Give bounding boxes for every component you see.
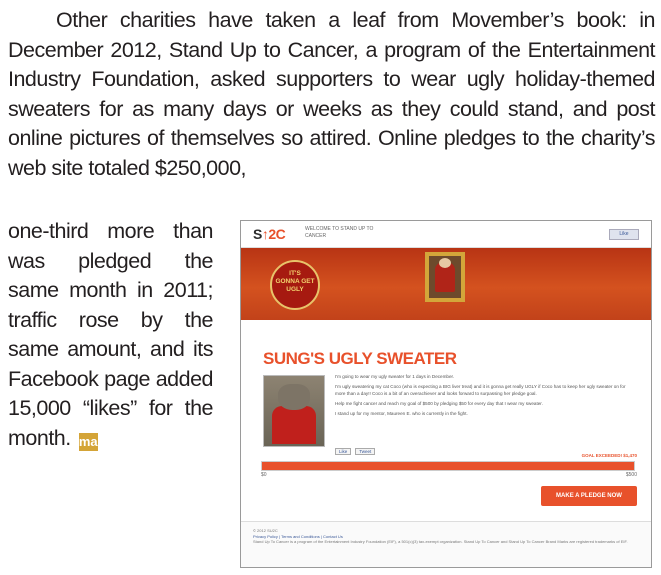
share-tweet-button[interactable]: Tweet xyxy=(355,448,376,455)
share-like-button[interactable]: Like xyxy=(335,448,352,455)
portrait-face xyxy=(439,258,451,268)
cat-sweater xyxy=(272,406,316,444)
body-line-2: I'm ugly sweatering my cat Coco (who is … xyxy=(335,384,626,396)
body-line-4: I stand up for my mentor, Maureen E. who… xyxy=(335,410,468,416)
welcome-text: WELCOME TO STAND UP TO CANCER xyxy=(305,226,374,239)
body-line-3: Help me fight cancer and reach my goal o… xyxy=(335,400,543,406)
cat-head xyxy=(278,384,310,410)
screenshot-header: S↑2C WELCOME TO STAND UP TO CANCER Like xyxy=(241,221,651,248)
paragraph-2: one-third more than was pledged the same… xyxy=(8,217,214,453)
campaign-title: SUNG'S UGLY SWEATER xyxy=(263,349,457,368)
share-buttons: Like Tweet xyxy=(335,448,379,455)
body-line-1: I'm going to wear my ugly sweater for 1 … xyxy=(335,374,455,379)
progress-min: $0 xyxy=(261,472,267,478)
ugly-badge: IT'S GONNA GET UGLY xyxy=(270,260,320,310)
webpage-screenshot: S↑2C WELCOME TO STAND UP TO CANCER Like … xyxy=(240,220,652,568)
su2c-logo: S↑2C xyxy=(253,226,286,242)
progress-bar xyxy=(261,461,635,471)
sweater-banner: IT'S GONNA GET UGLY xyxy=(241,248,651,320)
cat-photo xyxy=(263,375,325,447)
facebook-like-button[interactable]: Like xyxy=(609,229,639,240)
footer-legal: Stand Up To Cancer is a program of the E… xyxy=(253,539,628,544)
end-mark-icon: ma xyxy=(78,432,98,451)
paragraph-1: Other charities have taken a leaf from M… xyxy=(8,6,656,183)
goal-label: GOAL EXCEEDED! $1,470 xyxy=(581,453,637,458)
paragraph-2-text: one-third more than was pledged the same… xyxy=(8,219,214,450)
paragraph-1-text: Other charities have taken a leaf from M… xyxy=(8,8,656,180)
make-pledge-button[interactable]: MAKE A PLEDGE NOW xyxy=(541,486,637,506)
portrait-frame-image xyxy=(425,252,465,302)
progress-bar-fill xyxy=(262,462,634,470)
screenshot-footer: © 2012 SU2C Privacy Policy | Terms and C… xyxy=(241,521,651,567)
footer-text: © 2012 SU2C Privacy Policy | Terms and C… xyxy=(253,528,643,545)
progress-max: $500 xyxy=(625,472,637,478)
campaign-description: I'm going to wear my ugly sweater for 1 … xyxy=(335,374,635,421)
